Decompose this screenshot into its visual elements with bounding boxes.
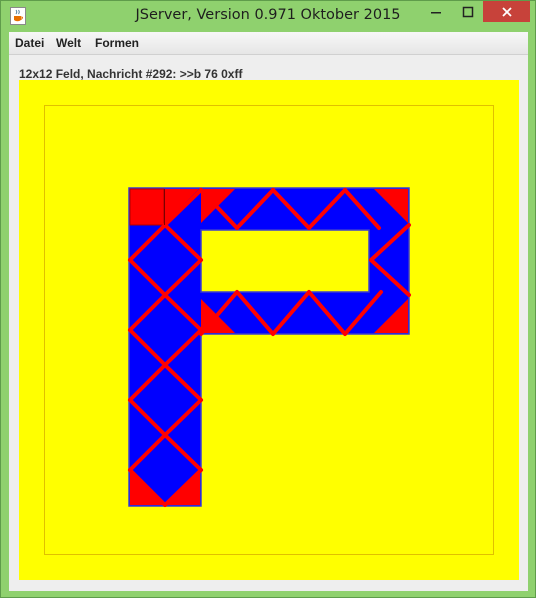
close-icon bbox=[501, 6, 512, 17]
status-message: 12x12 Feld, Nachricht #292: >>b 76 0xff bbox=[19, 67, 243, 81]
game-board[interactable] bbox=[19, 80, 519, 580]
maximize-icon bbox=[462, 6, 474, 17]
red-square-piece bbox=[129, 188, 165, 226]
maximize-button[interactable] bbox=[453, 1, 483, 22]
p-shape bbox=[128, 187, 410, 507]
menu-formen[interactable]: Formen bbox=[95, 36, 139, 50]
title-bar[interactable]: JServer, Version 0.971 Oktober 2015 bbox=[1, 1, 535, 32]
minimize-button[interactable] bbox=[421, 1, 451, 22]
client-area: Datei Welt Formen 12x12 Feld, Nachricht … bbox=[9, 32, 528, 591]
board-canvas[interactable] bbox=[19, 80, 519, 580]
menu-welt[interactable]: Welt bbox=[56, 36, 81, 50]
menu-datei[interactable]: Datei bbox=[15, 36, 44, 50]
minimize-icon bbox=[431, 11, 441, 13]
menu-bar: Datei Welt Formen bbox=[9, 32, 528, 55]
close-button[interactable] bbox=[483, 1, 530, 22]
application-window: JServer, Version 0.971 Oktober 2015 Date… bbox=[0, 0, 536, 598]
